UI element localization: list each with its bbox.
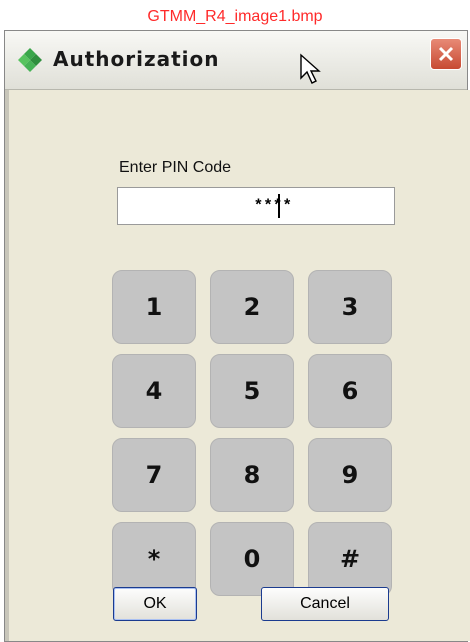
window-title: Authorization [53,47,220,71]
key-1[interactable]: 1 [112,270,196,344]
title-bar[interactable]: Authorization [5,31,467,90]
pin-label: Enter PIN Code [119,159,232,176]
cancel-button[interactable]: Cancel [261,587,389,621]
file-caption: GTMM_R4_image1.bmp [147,8,323,25]
diamond-logo-icon [18,48,42,72]
close-icon [438,46,454,62]
key-star[interactable]: * [112,522,196,596]
key-5[interactable]: 5 [210,354,294,428]
key-6[interactable]: 6 [308,354,392,428]
text-caret [278,194,280,218]
ok-button[interactable]: OK [113,587,197,621]
key-0[interactable]: 0 [210,522,294,596]
key-2[interactable]: 2 [210,270,294,344]
key-4[interactable]: 4 [112,354,196,428]
mouse-cursor-icon [300,53,321,84]
pin-input[interactable] [117,187,395,225]
authorization-window: Authorization Enter PIN Code 1 2 3 4 5 6… [4,30,470,642]
dialog-body: Enter PIN Code 1 2 3 4 5 6 7 8 9 * 0 # [5,90,470,641]
key-7[interactable]: 7 [112,438,196,512]
key-hash[interactable]: # [308,522,392,596]
close-button[interactable] [430,38,462,70]
key-9[interactable]: 9 [308,438,392,512]
key-3[interactable]: 3 [308,270,392,344]
key-8[interactable]: 8 [210,438,294,512]
